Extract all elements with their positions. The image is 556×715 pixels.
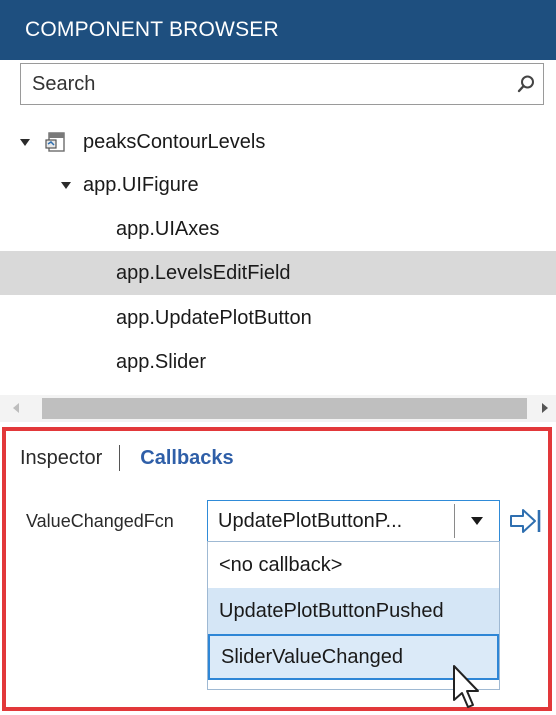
tree-node-updateplotbutton[interactable]: app.UpdatePlotButton bbox=[0, 296, 556, 340]
panel-title: COMPONENT BROWSER bbox=[25, 18, 279, 41]
mouse-cursor-icon bbox=[450, 664, 482, 710]
tab-inspector[interactable]: Inspector bbox=[20, 447, 102, 470]
chevron-down-icon[interactable] bbox=[455, 501, 499, 541]
horizontal-scrollbar[interactable] bbox=[0, 395, 556, 422]
callback-dropdown[interactable]: UpdatePlotButtonP... bbox=[207, 500, 500, 542]
scroll-left-icon[interactable] bbox=[13, 403, 19, 413]
tree-node-levelseditfield[interactable]: app.LevelsEditField bbox=[0, 251, 556, 295]
tab-callbacks[interactable]: Callbacks bbox=[140, 447, 233, 470]
scrollbar-thumb[interactable] bbox=[42, 398, 527, 419]
tree-node-label: peaksContourLevels bbox=[83, 130, 266, 153]
tree-node-label: app.Slider bbox=[116, 350, 207, 373]
tree-node-label: app.LevelsEditField bbox=[116, 261, 291, 284]
component-browser-header: COMPONENT BROWSER bbox=[0, 0, 556, 60]
tree-node-uifigure[interactable]: app.UIFigure bbox=[0, 163, 556, 207]
tree-node-slider[interactable]: app.Slider bbox=[0, 340, 556, 384]
magnifier-icon[interactable] bbox=[509, 65, 543, 103]
callback-field-label: ValueChangedFcn bbox=[26, 511, 174, 531]
callback-dropdown-value: UpdatePlotButtonP... bbox=[218, 509, 403, 532]
search-box[interactable] bbox=[20, 63, 544, 105]
app-file-icon bbox=[44, 130, 68, 154]
tree-node-uiaxes[interactable]: app.UIAxes bbox=[0, 207, 556, 251]
tree-node-label: app.UpdatePlotButton bbox=[116, 306, 312, 329]
tab-divider bbox=[119, 445, 121, 471]
inspector-tabs: Inspector Callbacks bbox=[20, 443, 234, 473]
expand-caret-icon[interactable] bbox=[61, 181, 71, 189]
tree-node-root[interactable]: peaksContourLevels bbox=[0, 120, 556, 164]
option-updateplotbuttonpushed[interactable]: UpdatePlotButtonPushed bbox=[208, 588, 499, 634]
option-no-callback[interactable]: <no callback> bbox=[208, 542, 499, 588]
search-input[interactable] bbox=[21, 64, 509, 104]
tree-node-label: app.UIAxes bbox=[116, 217, 220, 240]
scroll-right-icon[interactable] bbox=[542, 403, 548, 413]
goto-arrow-icon[interactable] bbox=[508, 506, 544, 536]
tree-node-label: app.UIFigure bbox=[83, 173, 199, 196]
expand-caret-icon[interactable] bbox=[20, 138, 30, 146]
